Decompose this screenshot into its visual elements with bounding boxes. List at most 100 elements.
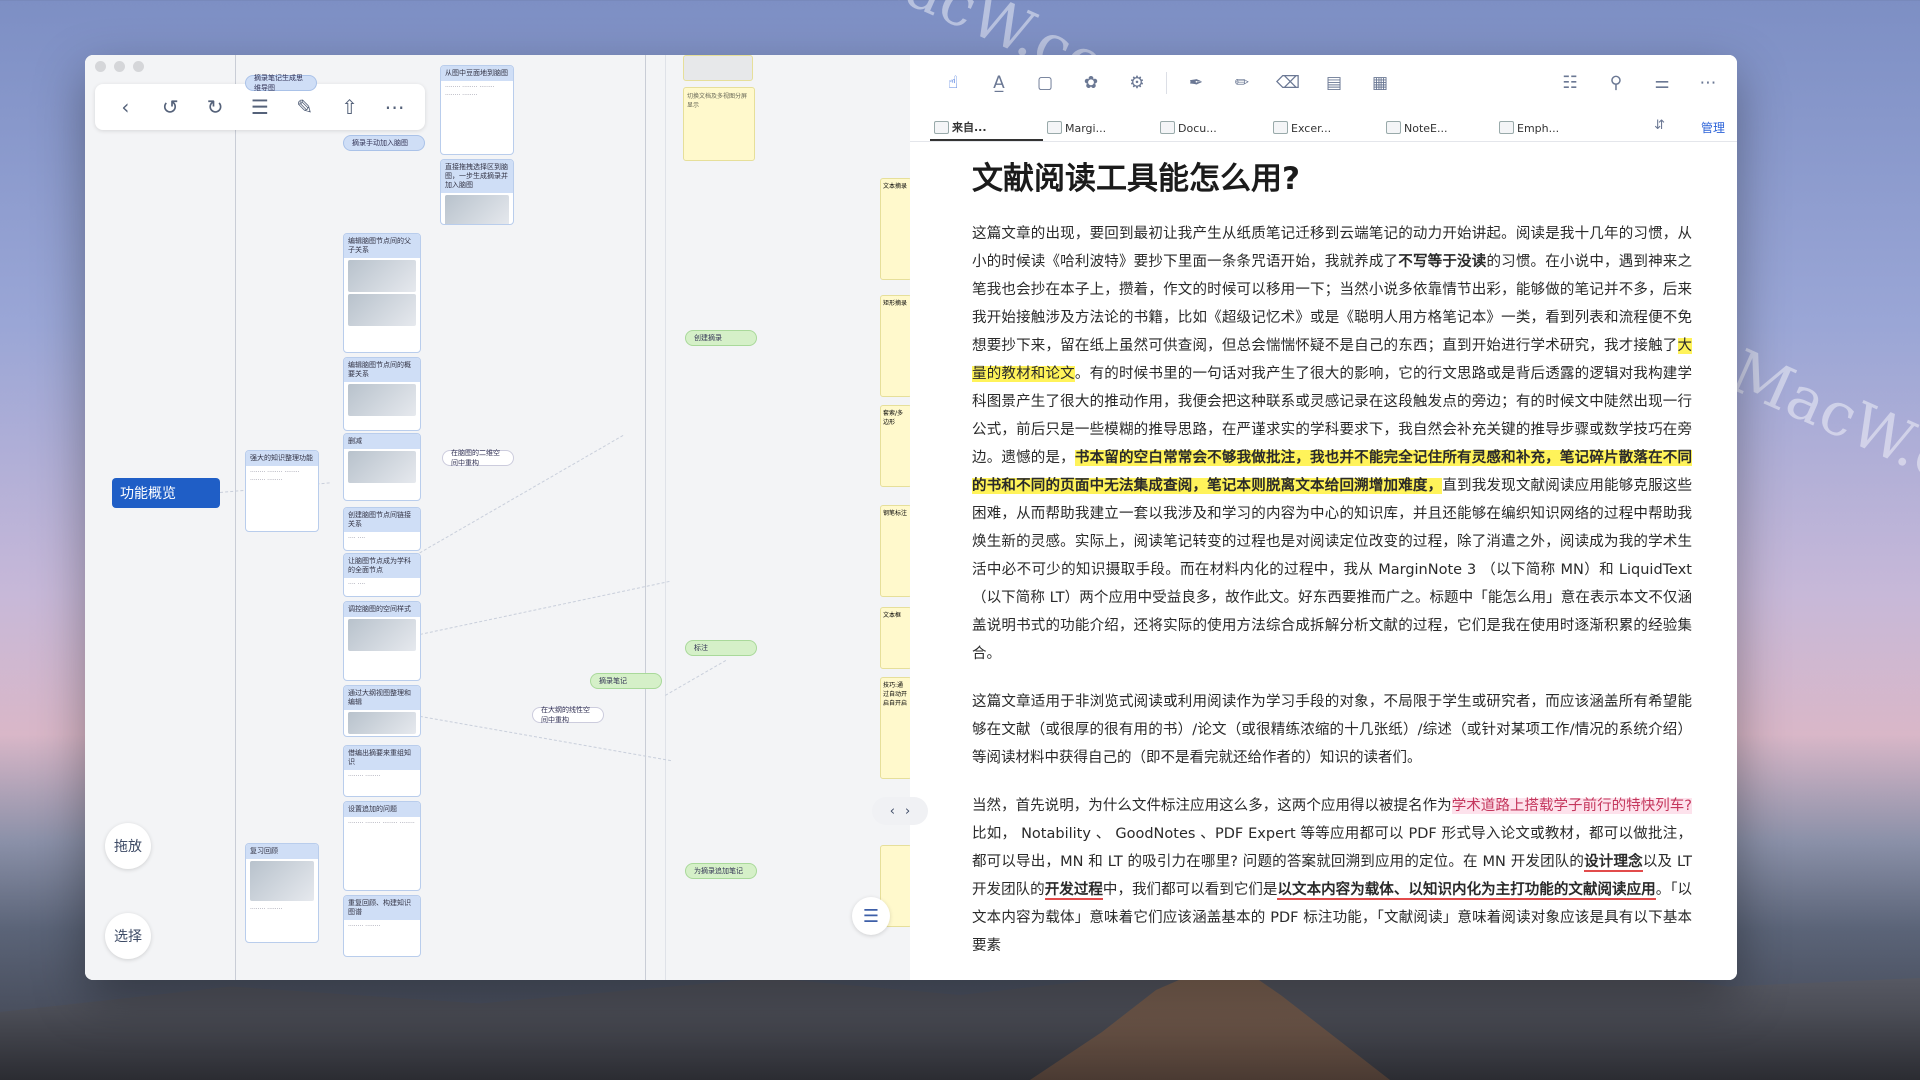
mindmap-node[interactable]: 借编出摘要来重组知识 ········ ········ <box>343 745 421 797</box>
mindmap-node[interactable]: 摘录手动加入脑图 <box>343 135 425 151</box>
mindmap-node[interactable]: 强大的知识整理功能 ········ ········ ········ ···… <box>245 450 319 532</box>
paragraph: 当然，首先说明，为什么文件标注应用这么多，这两个应用得以被提名作为学术道路上搭载… <box>972 798 1693 954</box>
mindmap-node[interactable]: 从图中豆面地到脑图 ········ ········ ········ ···… <box>440 65 514 155</box>
search-icon[interactable]: ⚲ <box>1601 68 1631 98</box>
tab-document[interactable]: Emph... <box>1495 115 1608 141</box>
window-controls[interactable] <box>95 61 144 72</box>
thumbnail-image <box>250 861 314 901</box>
mindmap-node[interactable]: 技巧:通过自动开启自开启 <box>880 677 912 779</box>
highlight[interactable]: 学术道路上搭载学子前行的特快列车? <box>1451 798 1693 814</box>
mindmap-node[interactable]: 直接拖拽选择区到脑图，一步生成摘录并加入脑图 <box>440 159 514 225</box>
mindmap-node[interactable]: 文本框 <box>880 607 912 669</box>
paragraph: 这篇文章的出现，要回到最初让我产生从纸质笔记迁移到云端笔记的动力开始讲起。阅读是… <box>972 226 1693 662</box>
document-tabs: 来自... Margi... Docu... Excer... NoteE...… <box>910 115 1737 142</box>
document-content[interactable]: 文献阅读工具能怎么用? 这篇文章的出现，要回到最初让我产生从纸质笔记迁移到云端笔… <box>972 153 1692 980</box>
mindmap-node[interactable]: 文本摘录 <box>880 178 912 280</box>
mindmap-node[interactable]: 标注 <box>685 640 757 656</box>
back-icon[interactable]: ‹ <box>111 93 139 121</box>
annotation-toolbar: ☝ A̲ ▢ ✿ ⚙ ✒ ✏ ⌫ ▤ ▦ ☷ ⚲ ⚌ ⋯ <box>910 63 1737 103</box>
drag-button[interactable]: 拖放 <box>105 823 151 869</box>
list-icon[interactable]: ☰ <box>852 897 890 935</box>
mindmap-node[interactable]: 创建脑图节点间链接关系 ···· ···· <box>343 507 421 551</box>
zoom-dot[interactable] <box>133 61 144 72</box>
tab-document[interactable]: Docu... <box>1156 115 1269 141</box>
document-icon[interactable]: ☷ <box>1555 68 1585 98</box>
screenshot-icon[interactable]: ⚙ <box>1122 68 1152 98</box>
share-icon[interactable]: ⇧ <box>336 93 364 121</box>
underline[interactable]: 以文本内容为载体、以知识内化为主打功能的文献阅读应用 <box>1277 882 1656 900</box>
document-icon <box>1386 121 1401 134</box>
mindmap-node[interactable]: 调控脑图的空间样式 <box>343 601 421 681</box>
undo-icon[interactable]: ↺ <box>156 93 184 121</box>
tab-document[interactable]: Margi... <box>1043 115 1156 141</box>
divider <box>665 55 666 980</box>
underline[interactable]: 开发过程 <box>1044 882 1103 900</box>
rect-select-icon[interactable]: ▢ <box>1030 68 1060 98</box>
minimize-dot[interactable] <box>114 61 125 72</box>
thumbnail-image <box>445 195 509 224</box>
mindmap-node[interactable]: 让脑图节点成为学科的全面节点 ···· ···· <box>343 553 421 597</box>
mindmap-node[interactable]: 复习回顾 ········ ········ <box>245 843 319 943</box>
mindmap-node[interactable]: 摘录笔记 <box>590 673 662 689</box>
more-icon[interactable]: ⋯ <box>1693 68 1723 98</box>
chevron-right-icon[interactable]: › <box>905 804 910 819</box>
text-highlight-icon[interactable]: A̲ <box>984 68 1014 98</box>
select-button[interactable]: 选择 <box>105 913 151 959</box>
document-icon <box>934 121 949 134</box>
tab-document[interactable]: NoteE... <box>1382 115 1495 141</box>
thumbnail-image <box>683 55 753 81</box>
connector <box>415 580 670 636</box>
outline-list-icon[interactable]: ☰ <box>246 93 274 121</box>
underline[interactable]: 设计理念 <box>1584 854 1643 872</box>
thumbnail-image <box>348 384 416 416</box>
mindmap-panel[interactable]: ‹ ↺ ↻ ☰ ✎ ⇧ ⋯ 功能概览 摘录笔记生成思维导图 强大的知识整理功能 … <box>85 55 912 980</box>
mindmap-node[interactable]: 编辑脑图节点间的父子关系 <box>343 233 421 353</box>
mindmap-node[interactable]: 在大纲的线性空间中重构 <box>532 706 604 724</box>
thumbnail-image <box>348 712 416 734</box>
mindmap-node[interactable]: 为摘录追加笔记 <box>685 863 757 879</box>
thumbnail-image <box>348 294 416 326</box>
eraser-icon[interactable]: ⌫ <box>1273 68 1303 98</box>
document-icon <box>1047 121 1062 134</box>
mindmap-node[interactable]: 编辑脑图节点间的概要关系 <box>343 357 421 431</box>
tab-document[interactable]: 来自... <box>930 115 1043 141</box>
toolbar-separator <box>1166 72 1167 94</box>
manage-tabs-button[interactable]: 管理 <box>1701 119 1725 136</box>
connector <box>665 660 727 696</box>
thumbnail-image <box>348 619 416 651</box>
mindmap-node[interactable]: 在脑图的二维空间中重构 <box>442 449 514 467</box>
app-window: ‹ ↺ ↻ ☰ ✎ ⇧ ⋯ 功能概览 摘录笔记生成思维导图 强大的知识整理功能 … <box>85 55 1737 980</box>
page-nav[interactable]: ‹ › <box>872 797 928 825</box>
thumbnail-image <box>348 260 416 292</box>
divider <box>645 55 646 980</box>
sort-icon[interactable]: ⇵ <box>1654 118 1665 133</box>
pen-icon[interactable]: ✒ <box>1181 68 1211 98</box>
mindmap-node[interactable]: 钢笔标注 <box>880 505 912 597</box>
mindmap-node[interactable]: 摘录笔记生成思维导图 <box>245 74 317 92</box>
mindmap-root-node[interactable]: 功能概览 <box>112 478 220 508</box>
mindmap-node[interactable]: 创建摘录 <box>685 330 757 346</box>
mindmap-node[interactable]: 设置追加的问题 ········ ········ ········ ·····… <box>343 801 421 891</box>
thumbnail-image <box>348 451 416 483</box>
mindmap-node[interactable]: 切换文档及多视图分屏显示 <box>683 87 755 161</box>
mindmap-node[interactable]: 通过大纲视图整理和编辑 <box>343 685 421 737</box>
mindmap-node[interactable]: 套索/多边形 <box>880 405 912 487</box>
mindmap-node[interactable]: 矩形摘录 <box>880 295 912 397</box>
more-icon[interactable]: ⋯ <box>380 93 408 121</box>
highlighter-icon[interactable]: ✏ <box>1227 68 1257 98</box>
document-icon <box>1160 121 1175 134</box>
ocr-icon[interactable]: ▦ <box>1365 68 1395 98</box>
edit-icon[interactable]: ✎ <box>291 93 319 121</box>
document-title: 文献阅读工具能怎么用? <box>972 161 1300 197</box>
tab-document[interactable]: Excer... <box>1269 115 1382 141</box>
close-dot[interactable] <box>95 61 106 72</box>
mindmap-node[interactable]: 删减 <box>343 433 421 501</box>
chevron-left-icon[interactable]: ‹ <box>890 804 895 819</box>
bookmark-icon[interactable]: ⚌ <box>1647 68 1677 98</box>
hand-pointer-icon[interactable]: ☝ <box>938 68 968 98</box>
lasso-icon[interactable]: ✿ <box>1076 68 1106 98</box>
redo-icon[interactable]: ↻ <box>201 93 229 121</box>
document-panel[interactable]: ☝ A̲ ▢ ✿ ⚙ ✒ ✏ ⌫ ▤ ▦ ☷ ⚲ ⚌ ⋯ 来自... Margi… <box>852 55 1737 980</box>
textbox-icon[interactable]: ▤ <box>1319 68 1349 98</box>
mindmap-node[interactable]: 重复回顾、构建知识图谱 ········ ········ <box>343 895 421 957</box>
